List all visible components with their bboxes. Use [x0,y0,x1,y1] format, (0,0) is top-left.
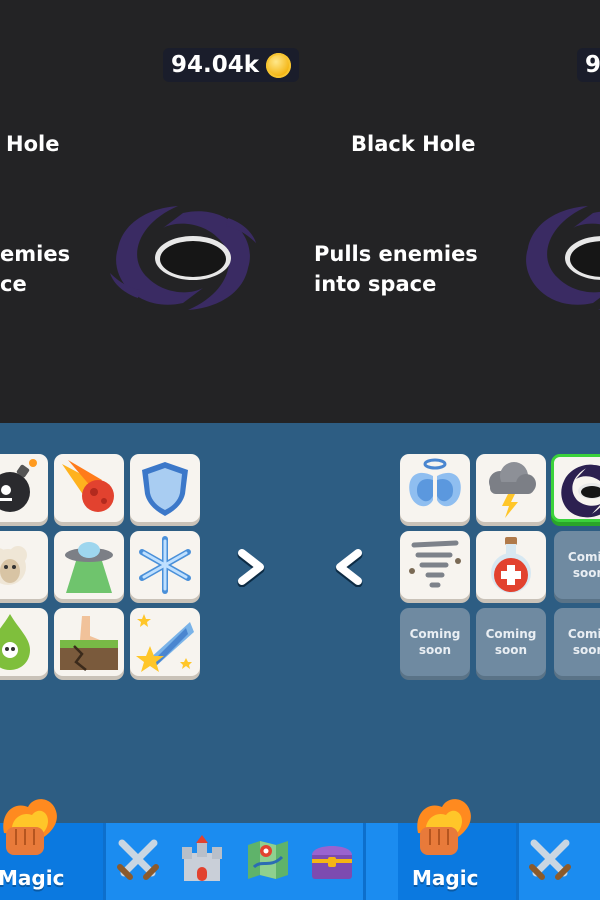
skill-tile-snowflake[interactable] [130,531,200,599]
skill-tile-poison[interactable] [0,608,48,676]
skill-tile-earthquake[interactable] [54,608,124,676]
nav-divider [516,823,519,900]
meteor-icon [62,460,114,512]
health-potion-icon [491,537,531,593]
nav-divider [363,823,366,900]
prev-page-button[interactable] [330,547,370,587]
skill-tile-health-potion[interactable] [476,531,546,599]
bomb-icon [0,459,37,512]
skill-tile-bomb[interactable] [0,454,48,522]
map-icon[interactable] [244,835,292,883]
skill-tile-storm[interactable] [476,454,546,522]
storm-cloud-icon [489,462,536,518]
coin-balance: 94.04k [163,48,299,82]
crossed-swords-icon[interactable] [114,835,162,883]
coming-soon-tile: Comin soon [554,608,600,676]
skill-tile-black-hole[interactable] [551,454,600,522]
skill-tile-shield[interactable] [130,454,200,522]
treasure-chest-icon[interactable] [308,835,356,883]
bottom-nav: Magic Magic [0,823,600,900]
coming-soon-tile: Comin soon [554,531,600,599]
coin-amount: 94.04k [171,52,260,78]
coin-balance-next: 9 [577,48,600,82]
black-hole-icon-next [526,206,600,310]
skill-tile-sheep[interactable] [0,531,48,599]
ufo-icon [65,542,113,593]
black-hole-icon [561,464,600,518]
skill-title-prev: Hole [6,132,60,156]
skill-tile-ufo[interactable] [54,531,124,599]
coming-soon-tile: Coming soon [476,608,546,676]
flaming-fist-icon [417,799,471,855]
skill-info-panel: 94.04k 9 Hole emies ce Black Hole Pulls … [0,0,600,423]
poison-icon [0,614,30,670]
castle-icon[interactable] [178,835,226,883]
angel-wings-icon [409,458,461,507]
tab-magic-label: Magic [0,866,65,890]
shield-icon [142,462,188,516]
skill-tile-tornado[interactable] [400,531,470,599]
next-page-button[interactable] [230,547,270,587]
skill-title: Black Hole [351,132,476,156]
black-hole-icon [110,206,256,310]
nav-divider [103,823,106,900]
crossed-swords-icon-next[interactable] [526,835,574,883]
earthquake-icon [60,616,118,671]
flaming-fist-icon [3,799,57,855]
coin-icon [266,53,291,78]
skill-grid-area: Comin soon Coming soon Coming soon Comin… [0,423,600,823]
skill-description: Pulls enemies into space [314,242,478,296]
skill-tile-shooting-star[interactable] [130,608,200,676]
skill-tile-angel-wings[interactable] [400,454,470,522]
snowflake-icon [139,536,191,594]
coming-soon-tile: Coming soon [400,608,470,676]
tab-magic-label-next: Magic [412,866,479,890]
tornado-icon [409,540,461,588]
skill-desc-prev: emies ce [0,242,71,296]
shooting-star-icon [136,614,194,672]
sheep-icon [0,546,27,585]
coin-amount-partial: 9 [585,52,600,78]
skill-tile-meteor[interactable] [54,454,124,522]
